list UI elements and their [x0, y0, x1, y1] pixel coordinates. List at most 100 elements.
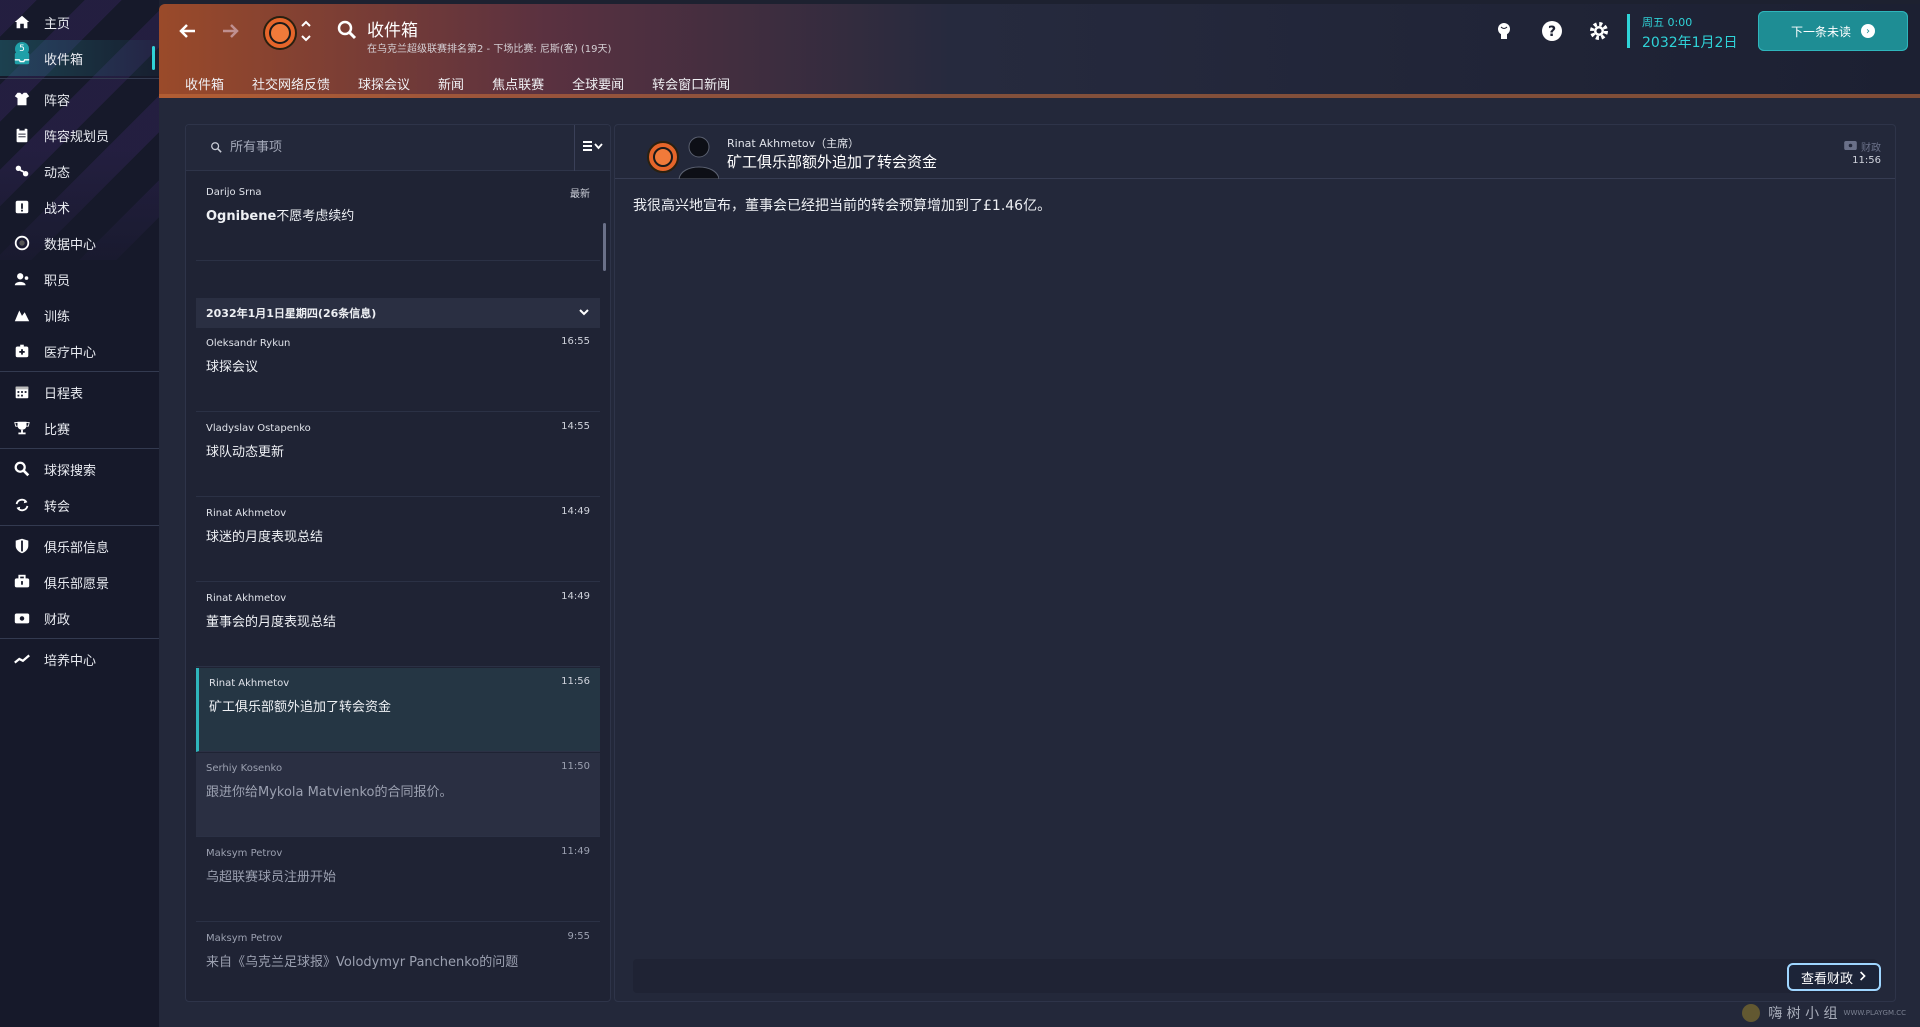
message-time: 11:49 [561, 846, 590, 857]
help-button[interactable]: ? [1539, 20, 1565, 46]
sidebar-item-medical-centre[interactable]: 医疗中心 [0, 333, 159, 369]
medical-icon [12, 341, 32, 361]
message-subject: 跟进你给Mykola Matvienko的合同报价。 [206, 785, 453, 800]
search-icon [336, 19, 358, 45]
scout-search-icon [12, 459, 32, 479]
list-item[interactable]: Oleksandr Rykun 16:55 球探会议 [196, 328, 600, 412]
gear-icon [1588, 20, 1610, 46]
list-item[interactable]: Rinat Akhmetov 14:49 董事会的月度表现总结 [196, 583, 600, 667]
chevron-down-icon [578, 306, 590, 321]
game-date[interactable]: 周五 0:00 2032年1月2日 [1627, 14, 1737, 51]
message-subject: 乌超联赛球员注册开始 [206, 870, 337, 885]
sidebar-item-label: 俱乐部信息 [44, 540, 110, 556]
list-item[interactable]: Maksym Petrov 9:55 来自《乌克兰足球报》Volodymyr P… [196, 923, 600, 1001]
calendar-icon [12, 382, 32, 402]
message-time: 最新 [570, 189, 590, 200]
message-sender[interactable]: Rinat Akhmetov（主席） [727, 135, 859, 151]
message-sender: Serhiy Kosenko [206, 763, 283, 774]
page-title: 收件箱 [367, 21, 418, 41]
sidebar-item-label: 球探搜索 [44, 463, 97, 479]
game-full-date: 2032年1月2日 [1642, 35, 1738, 51]
question-icon: ? [1541, 20, 1563, 46]
message-subject: 球迷的月度表现总结 [206, 530, 324, 545]
chevron-right-icon [1859, 970, 1867, 985]
list-item[interactable]: Rinat Akhmetov 14:49 球迷的月度表现总结 [196, 498, 600, 582]
squad-icon [12, 89, 32, 109]
view-finances-button[interactable]: 查看财政 [1786, 963, 1881, 991]
next-unread-label: 下一条未读 [1790, 24, 1851, 39]
list-item[interactable]: Vladyslav Ostapenko 14:55 球队动态更新 [196, 413, 600, 497]
list-item[interactable]: Maksym Petrov 11:49 乌超联赛球员注册开始 [196, 838, 600, 922]
search-button[interactable] [335, 20, 359, 44]
sidebar-item-transfers[interactable]: 转会 [0, 487, 159, 523]
staff-icon [12, 269, 32, 289]
sidebar-item-schedule[interactable]: 日程表 [0, 374, 159, 410]
date-group-header[interactable]: 2032年1月1日星期四(26条信息) [196, 298, 600, 328]
message-detail-panel: Rinat Akhmetov（主席） 矿工俱乐部额外追加了转会资金 财政 11:… [614, 124, 1896, 1002]
back-button[interactable] [173, 18, 203, 48]
sidebar-item-scouting[interactable]: 球探搜索 [0, 451, 159, 487]
message-subject: 矿工俱乐部额外追加了转会资金 [209, 700, 392, 715]
sidebar-item-label: 收件箱 [44, 52, 84, 68]
message-search-bar [186, 125, 610, 171]
sidebar-item-club-vision[interactable]: 俱乐部愿景 [0, 564, 159, 600]
home-icon [12, 12, 32, 32]
list-menu-icon [581, 138, 605, 157]
sidebar-item-development-centre[interactable]: 培养中心 [0, 641, 159, 677]
sidebar-item-label: 职员 [44, 273, 71, 289]
next-unread-button[interactable]: 下一条未读 › [1758, 11, 1908, 51]
shield-icon [12, 536, 32, 556]
sidebar-item-home[interactable]: 主页 [0, 4, 159, 40]
date-group-label: 2032年1月1日星期四(26条信息) [206, 307, 377, 320]
message-list[interactable]: Darijo Srna 最新 Ognibene不愿考虑续约 2032年1月1日星… [186, 171, 610, 1001]
message-time: 16:55 [561, 336, 590, 347]
clipboard-icon [12, 125, 32, 145]
list-scrollbar[interactable] [603, 223, 606, 271]
trophy-icon [12, 418, 32, 438]
message-sender: Rinat Akhmetov [206, 593, 287, 604]
forward-button[interactable] [215, 18, 245, 48]
search-icon [210, 138, 222, 157]
list-filter-button[interactable] [574, 125, 610, 171]
sidebar-item-squad-planner[interactable]: 阵容规划员 [0, 117, 159, 153]
message-time: 14:55 [561, 421, 590, 432]
message-body: 我很高兴地宣布，董事会已经把当前的转会预算增加到了£1.46亿。 [633, 198, 1052, 214]
sidebar-item-staff[interactable]: 职员 [0, 261, 159, 297]
list-item[interactable]: Serhiy Kosenko 11:50 跟进你给Mykola Matvienk… [196, 753, 600, 837]
sidebar-item-club-info[interactable]: 俱乐部信息 [0, 528, 159, 564]
sidebar-item-dynamics[interactable]: 动态 [0, 153, 159, 189]
svg-text:?: ? [1548, 24, 1556, 40]
message-time: 14:49 [561, 506, 590, 517]
list-item-selected[interactable]: Rinat Akhmetov 11:56 矿工俱乐部额外追加了转会资金 [196, 668, 600, 752]
sidebar-item-tactics[interactable]: 战术 [0, 189, 159, 225]
sidebar-item-competitions[interactable]: 比赛 [0, 410, 159, 446]
sidebar-item-finances[interactable]: 财政 [0, 600, 159, 636]
data-hub-icon [12, 233, 32, 253]
sidebar-item-data-hub[interactable]: 数据中心 [0, 225, 159, 261]
watermark-logo-icon [1742, 1004, 1761, 1022]
watermark: 嗨 树 小 组 WWW.PLAYGM.CC [1742, 1003, 1906, 1023]
club-switch-button[interactable] [299, 18, 313, 48]
message-search-input[interactable] [230, 140, 550, 155]
sidebar-item-training[interactable]: 训练 [0, 297, 159, 333]
finance-icon [1844, 140, 1857, 153]
sidebar-item-label: 数据中心 [44, 237, 97, 253]
brain-icon [1493, 20, 1515, 46]
sidebar-item-label: 阵容 [44, 93, 71, 109]
sidebar-item-label: 阵容规划员 [44, 129, 110, 145]
arrow-left-icon [177, 20, 199, 46]
sidebar-item-label: 日程表 [44, 386, 84, 402]
main-content: Darijo Srna 最新 Ognibene不愿考虑续约 2032年1月1日星… [159, 98, 1920, 1027]
sender-avatar[interactable] [675, 131, 720, 180]
sidebar-item-inbox[interactable]: 5 收件箱 [0, 40, 159, 76]
message-detail-header: Rinat Akhmetov（主席） 矿工俱乐部额外追加了转会资金 财政 11:… [615, 125, 1895, 180]
arrow-right-icon [219, 20, 241, 46]
club-logo[interactable] [263, 16, 297, 50]
settings-button[interactable] [1586, 20, 1612, 46]
fm-insights-button[interactable] [1491, 20, 1517, 46]
inbox-unread-badge: 5 [15, 42, 29, 56]
sidebar-item-label: 医疗中心 [44, 345, 97, 361]
list-item[interactable]: Darijo Srna 最新 Ognibene不愿考虑续约 [196, 177, 600, 261]
sidebar-item-squad[interactable]: 阵容 [0, 81, 159, 117]
sidebar-item-label: 培养中心 [44, 653, 97, 669]
